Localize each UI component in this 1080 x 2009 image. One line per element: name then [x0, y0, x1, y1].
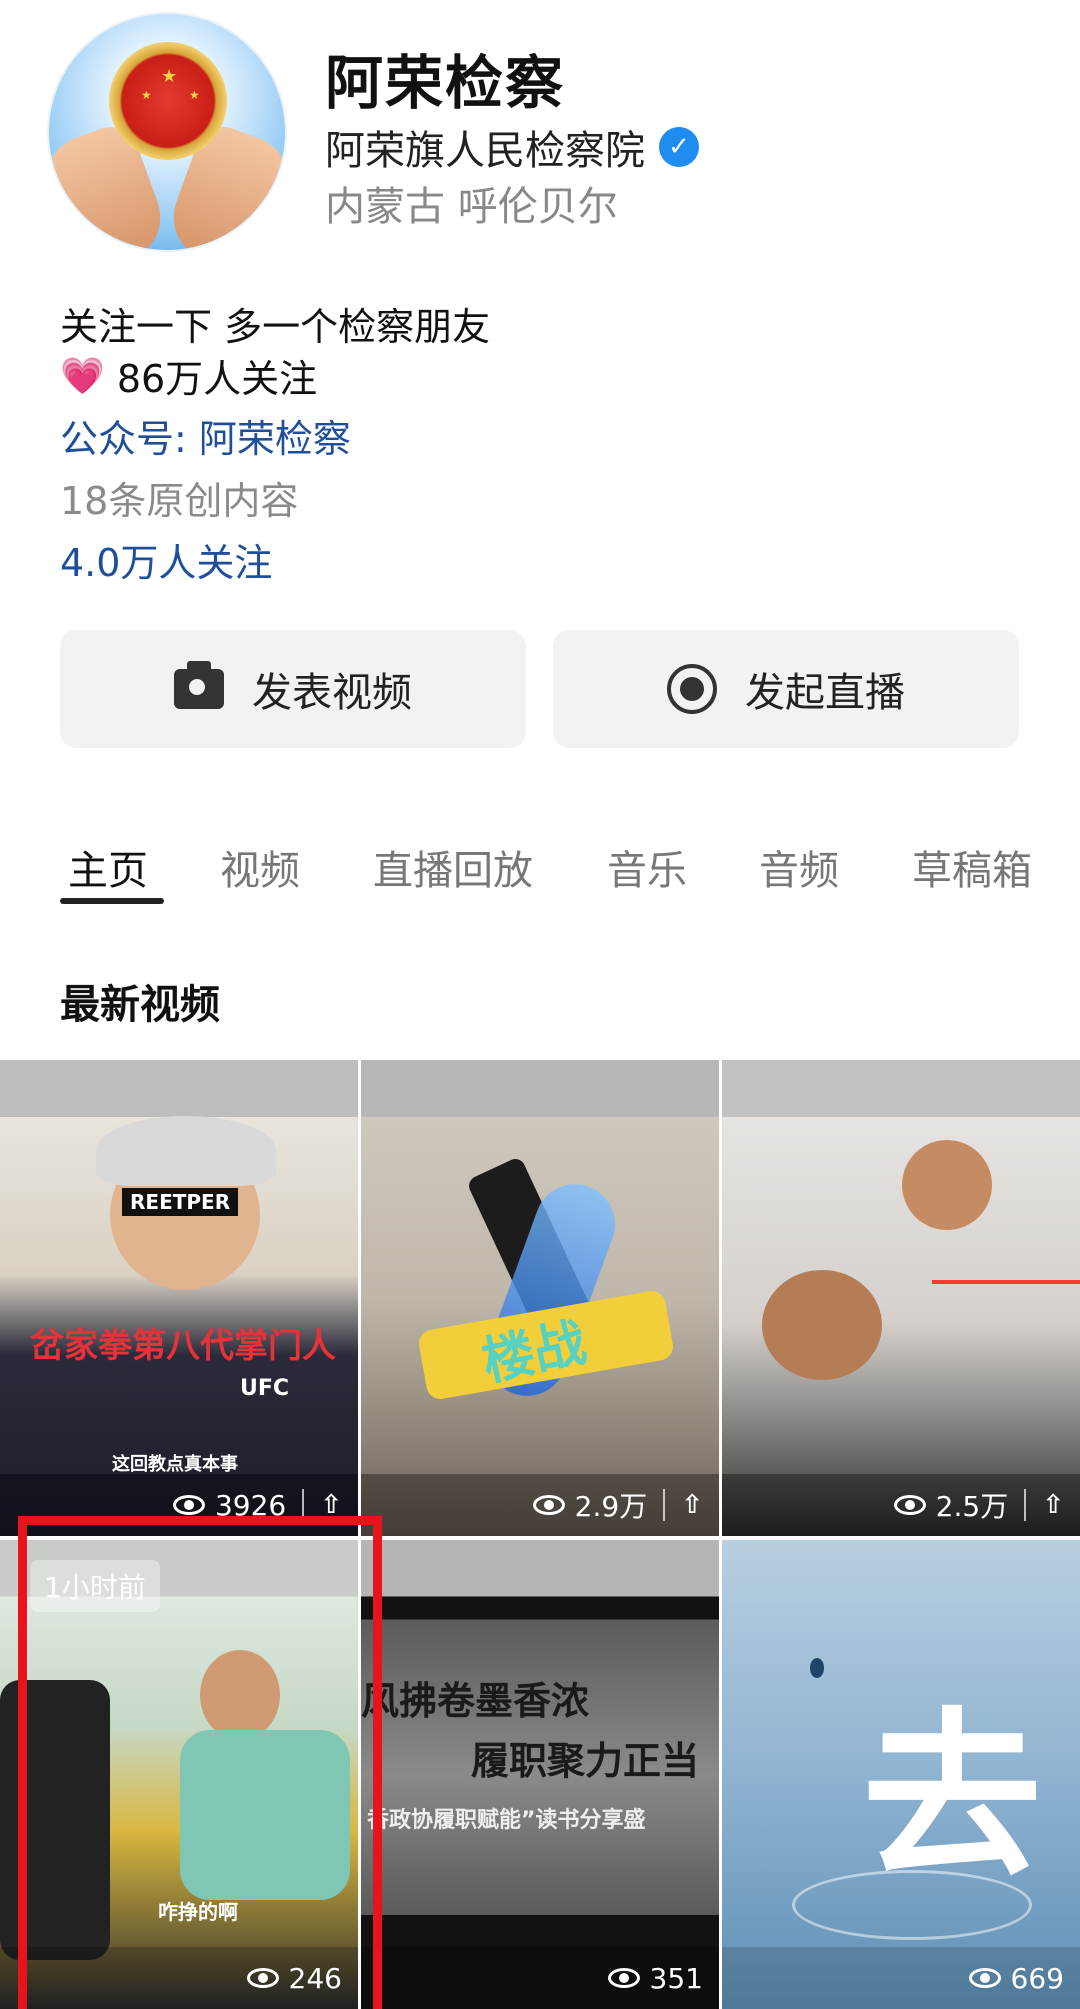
- camera-icon: [174, 661, 224, 709]
- video-stats: 3926 ⇧: [0, 1474, 358, 1536]
- video-stats: 669: [722, 1947, 1080, 2009]
- video-subcaption: 这回教点真本事: [112, 1454, 238, 1475]
- star-icon: ★: [141, 88, 152, 102]
- video-stats: 351: [361, 1947, 719, 2009]
- divider: [1024, 1489, 1027, 1521]
- eye-icon: [172, 1495, 205, 1515]
- view-count: 351: [649, 1961, 703, 1995]
- tab-videos[interactable]: 视频: [220, 838, 300, 896]
- video-caption: 去: [862, 1693, 1043, 1902]
- location: 内蒙古 呼伦贝尔: [325, 184, 618, 230]
- share-icon[interactable]: ⇧: [1042, 1490, 1064, 1520]
- section-title: 最新视频: [60, 982, 220, 1028]
- view-count: 2.5万: [935, 1490, 1009, 1523]
- tab-live-replay[interactable]: 直播回放: [373, 838, 533, 896]
- original-content-count[interactable]: 18条原创内容: [60, 470, 298, 525]
- start-live-button[interactable]: 发起直播: [553, 630, 1019, 748]
- view-count: 3926: [214, 1488, 287, 1522]
- fans-count: 86万人关注: [116, 357, 318, 401]
- fans-line: 💗 86万人关注: [60, 348, 317, 403]
- view-count: 246: [288, 1961, 342, 1995]
- organization-name: 阿荣旗人民检察院: [325, 128, 645, 174]
- tab-home[interactable]: 主页: [68, 838, 148, 896]
- eye-icon: [968, 1968, 1001, 1988]
- video-caption-2: 履职聚力正当: [471, 1739, 700, 1783]
- video-tile[interactable]: 风拂卷墨香浓 履职聚力正当 香政协履职赋能”读书分享盛 351: [361, 1540, 719, 2009]
- view-count: 669: [1010, 1961, 1064, 1995]
- video-caption: 岔家拳第八代掌门人: [30, 1326, 336, 1366]
- video-caption: 风拂卷墨香浓: [361, 1679, 590, 1723]
- eye-icon: [532, 1495, 565, 1515]
- bio-text: 关注一下 多一个检察朋友: [60, 305, 491, 349]
- emblem-icon: [109, 42, 227, 160]
- divider: [663, 1489, 666, 1521]
- eye-icon: [893, 1495, 926, 1515]
- video-subcaption: 咋挣的啊: [158, 1900, 238, 1924]
- verified-icon: ✓: [659, 127, 699, 167]
- heart-icon: 💗: [60, 355, 105, 397]
- tab-indicator: [60, 898, 164, 904]
- organization-line: 阿荣旗人民检察院 ✓: [325, 118, 699, 176]
- avatar[interactable]: ★ ★ ★: [47, 12, 287, 252]
- video-tile[interactable]: 楼战 2.9万 ⇧: [361, 1060, 719, 1536]
- profile-tabs: 主页 视频 直播回放 音乐 音频 草稿箱: [0, 830, 1080, 910]
- share-icon[interactable]: ⇧: [681, 1490, 703, 1520]
- video-tile[interactable]: 2.5万 ⇧: [722, 1060, 1080, 1536]
- video-tile[interactable]: REETPER 岔家拳第八代掌门人 UFC 这回教点真本事 3926 ⇧: [0, 1060, 358, 1536]
- shirt-text: UFC: [240, 1376, 290, 1401]
- tab-music[interactable]: 音乐: [607, 838, 687, 896]
- publish-video-label: 发表视频: [252, 670, 412, 716]
- start-live-label: 发起直播: [745, 670, 905, 716]
- profile-header: ★ ★ ★ 阿荣检察 阿荣旗人民检察院 ✓ 内蒙古 呼伦贝尔: [0, 0, 1080, 260]
- tab-drafts[interactable]: 草稿箱: [912, 838, 1032, 896]
- video-tile[interactable]: 去 669: [722, 1540, 1080, 2009]
- video-stats: 2.5万 ⇧: [722, 1474, 1080, 1536]
- profile-name: 阿荣检察: [325, 49, 566, 117]
- video-tile[interactable]: 1小时前 咋挣的啊 246: [0, 1540, 358, 2009]
- followers-link[interactable]: 4.0万人关注: [60, 532, 272, 587]
- star-icon: ★: [189, 88, 200, 102]
- tab-audio[interactable]: 音频: [759, 838, 839, 896]
- live-record-icon: [667, 664, 717, 714]
- eye-icon: [607, 1968, 640, 1988]
- divider: [302, 1489, 305, 1521]
- publish-video-button[interactable]: 发表视频: [60, 630, 526, 748]
- video-stats: 2.9万 ⇧: [361, 1474, 719, 1536]
- video-caption-3: 香政协履职赋能”读书分享盛: [367, 1808, 646, 1833]
- star-icon: ★: [161, 66, 178, 87]
- headband-text: REETPER: [122, 1188, 239, 1216]
- video-stats: 246: [0, 1947, 358, 2009]
- eye-icon: [246, 1968, 279, 1988]
- official-account-link[interactable]: 公众号: 阿荣检察: [60, 408, 351, 463]
- view-count: 2.9万: [574, 1490, 648, 1523]
- time-badge: 1小时前: [30, 1560, 160, 1612]
- share-icon[interactable]: ⇧: [320, 1490, 342, 1520]
